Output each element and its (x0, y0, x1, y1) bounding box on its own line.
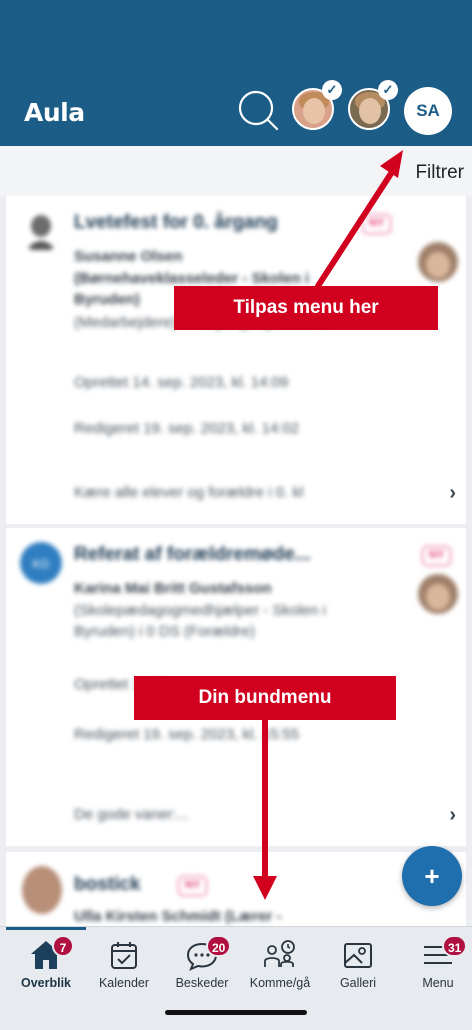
create-button[interactable]: + (402, 846, 462, 906)
app-screen: Aula ✓ ✓ SA Filtrer Lvetefest for 0. årg… (0, 0, 472, 1030)
post-created: Oprettet 14. sep. 2023, kl. 14:09 (74, 374, 289, 391)
sender-avatar: KG (20, 542, 62, 584)
post-author-role: (Skolepædagogmedhjælper - Skolen i Byrud… (74, 602, 326, 640)
post-preview: De gode vaner:... (74, 806, 190, 823)
calendar-icon (111, 942, 137, 969)
notification-badge: 7 (52, 935, 74, 957)
chevron-right-icon: › (449, 482, 456, 504)
tooltip-callout-menu: Tilpas menu her (174, 286, 438, 330)
new-badge: NY (362, 214, 392, 234)
post-edited: Redigeret 19. sep. 2023, kl. 14:02 (74, 420, 300, 437)
sender-avatar (20, 210, 62, 252)
post-title: bostick (74, 874, 141, 895)
nav-label: Beskeder (175, 976, 229, 990)
notification-badge: 20 (206, 935, 232, 957)
nav-label: Galleri (339, 976, 377, 990)
post-preview: Kære alle elever og forældre i 0. kl (74, 484, 304, 501)
checkmark-icon: ✓ (322, 80, 342, 100)
nav-item-menu[interactable]: 31 Menu (398, 935, 472, 1005)
nav-item-beskeder[interactable]: 20 Beskeder (162, 935, 242, 1005)
svg-text:KG: KG (33, 559, 50, 571)
home-indicator (165, 1010, 307, 1015)
post-card[interactable]: Lvetefest for 0. årgang NY Susanne Olsen… (6, 196, 466, 524)
sender-avatar (22, 866, 62, 914)
recipient-photo (418, 242, 458, 282)
search-button[interactable] (236, 88, 280, 132)
nav-label: Overblik (20, 976, 72, 990)
active-tab-indicator (6, 927, 86, 930)
post-author: Karina Mai Britt Gustafsson (74, 580, 272, 597)
nav-item-galleri[interactable]: Galleri (318, 935, 398, 1005)
tooltip-callout-bottom-menu: Din bundmenu (134, 676, 396, 720)
nav-label: Menu (422, 976, 454, 990)
nav-label: Komme/gå (249, 976, 311, 990)
post-edited: Redigeret 19. sep. 2023, kl. 15:55 (74, 726, 300, 743)
filter-button[interactable]: Filtrer (415, 162, 464, 184)
top-bar: Aula ✓ ✓ SA (0, 0, 472, 146)
checkmark-icon: ✓ (378, 80, 398, 100)
image-icon (344, 943, 372, 968)
recipient-photo (418, 574, 458, 614)
nav-item-komme-gaa[interactable]: Komme/gå (240, 935, 320, 1005)
new-badge: NY (178, 876, 208, 896)
app-title: Aula (24, 98, 85, 127)
post-author: Susanne Olsen (74, 248, 183, 265)
post-title: Referat af forældremøde... (74, 544, 311, 565)
chevron-right-icon: › (449, 804, 456, 826)
profile-avatar[interactable]: SA (404, 87, 452, 135)
post-title: Lvetefest for 0. årgang (74, 212, 278, 233)
people-clock-icon (264, 940, 295, 967)
nav-item-kalender[interactable]: Kalender (84, 935, 164, 1005)
filter-bar: Filtrer (0, 146, 472, 196)
nav-item-overblik[interactable]: 7 Overblik (6, 935, 86, 1005)
nav-label: Kalender (98, 976, 150, 990)
notification-badge: 31 (442, 935, 468, 957)
new-badge: NY (422, 546, 452, 566)
post-author: Ulla Kirsten Schmidt (Lærer - (74, 908, 282, 925)
search-icon (238, 90, 279, 131)
